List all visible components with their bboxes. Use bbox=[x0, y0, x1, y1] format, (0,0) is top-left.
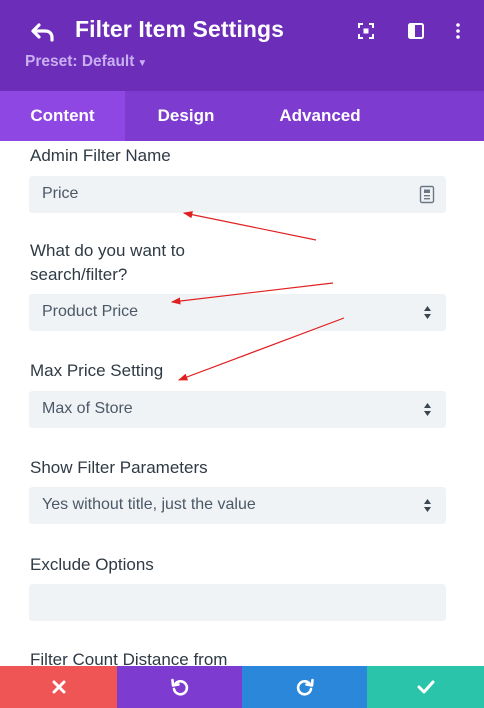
settings-tabs: Content Design Advanced bbox=[0, 91, 484, 141]
split-panel-icon[interactable] bbox=[407, 22, 425, 40]
search-filter-label-line1: What do you want to bbox=[30, 241, 185, 260]
show-params-label: Show Filter Parameters bbox=[30, 458, 208, 477]
page-title: Filter Item Settings bbox=[75, 16, 285, 42]
show-params-select[interactable]: Yes without title, just the value bbox=[29, 487, 446, 524]
admin-filter-name-input[interactable]: Price bbox=[29, 176, 446, 213]
select-updown-icon bbox=[424, 499, 431, 512]
max-price-label: Max Price Setting bbox=[30, 361, 164, 380]
undo-button[interactable] bbox=[117, 666, 242, 708]
max-price-value: Max of Store bbox=[42, 400, 133, 417]
preset-label: Preset: Default bbox=[25, 53, 135, 70]
dynamic-content-icon[interactable] bbox=[419, 185, 435, 204]
discard-button[interactable] bbox=[0, 666, 117, 708]
focus-icon[interactable] bbox=[357, 22, 375, 40]
undo-icon bbox=[170, 678, 188, 696]
show-params-value: Yes without title, just the value bbox=[42, 496, 256, 513]
close-icon bbox=[52, 680, 65, 694]
search-filter-value: Product Price bbox=[42, 303, 139, 320]
more-vertical-icon[interactable] bbox=[449, 22, 467, 40]
modal-footer bbox=[0, 666, 484, 708]
select-updown-icon bbox=[424, 306, 431, 319]
caret-down-icon: ▼ bbox=[137, 58, 148, 69]
content-panel: Admin Filter Name Price What do you want… bbox=[0, 141, 484, 666]
search-filter-select[interactable]: Product Price bbox=[29, 294, 446, 331]
count-distance-label: Filter Count Distance from bbox=[30, 650, 228, 666]
max-price-select[interactable]: Max of Store bbox=[29, 391, 446, 428]
save-button[interactable] bbox=[367, 666, 484, 708]
tab-content[interactable]: Content bbox=[0, 91, 125, 141]
check-icon bbox=[417, 680, 434, 694]
admin-filter-name-value: Price bbox=[42, 185, 79, 202]
preset-dropdown[interactable]: Preset: Default ▼ bbox=[25, 53, 147, 71]
exclude-options-label: Exclude Options bbox=[30, 555, 154, 574]
tab-advanced[interactable]: Advanced bbox=[247, 91, 393, 141]
tab-design[interactable]: Design bbox=[125, 91, 247, 141]
exclude-options-input[interactable] bbox=[29, 584, 446, 621]
admin-filter-name-label: Admin Filter Name bbox=[30, 146, 171, 165]
search-filter-label-line2: search/filter? bbox=[30, 265, 128, 284]
undo-arrow-icon[interactable] bbox=[30, 19, 56, 45]
redo-icon bbox=[296, 678, 314, 696]
settings-header: Filter Item Settings Preset: Default ▼ bbox=[0, 0, 484, 91]
select-updown-icon bbox=[424, 403, 431, 416]
redo-button[interactable] bbox=[242, 666, 367, 708]
